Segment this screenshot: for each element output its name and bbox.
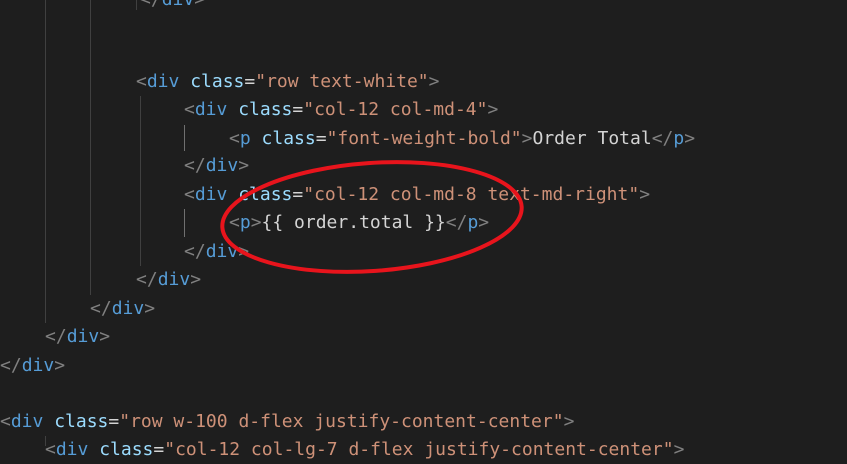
code-token-str: "row w-100 d-flex justify-content-center…: [119, 411, 564, 432]
code-token-tag: p: [673, 128, 685, 149]
code-token-tag: div: [55, 439, 89, 460]
code-line[interactable]: </div>: [136, 266, 201, 294]
code-token-attr: class: [190, 71, 245, 92]
code-line[interactable]: </div>: [184, 152, 249, 180]
code-token-tag: p: [467, 212, 479, 233]
code-token-punc: </: [0, 355, 22, 376]
code-token-punc: <: [184, 99, 195, 120]
code-token-punc: >: [194, 0, 205, 10]
code-token-punc: >: [54, 355, 66, 376]
code-line[interactable]: <div class="col-12 col-lg-7 d-flex justi…: [45, 436, 684, 464]
code-token-punc: <: [45, 439, 56, 460]
code-line[interactable]: <p class="font-weight-bold">Order Total<…: [229, 125, 695, 153]
code-line[interactable]: <div class="col-12 col-md-4">: [184, 96, 498, 124]
code-token-punc: >: [563, 411, 575, 432]
code-token-punc: </: [651, 128, 674, 149]
code-token-punc: <: [184, 184, 195, 205]
code-token-str: "font-weight-bold": [326, 128, 522, 149]
code-token-punc: >: [487, 99, 499, 120]
code-line[interactable]: <div class="row text-white">: [136, 68, 439, 96]
indent-guide: [136, 0, 137, 10]
code-token-punc: >: [250, 212, 262, 233]
code-token-punc: >: [99, 326, 111, 347]
code-token-tag: div: [111, 298, 145, 319]
code-token-tag: div: [146, 71, 180, 92]
code-token-tag: p: [239, 212, 251, 233]
indent-guide: [45, 0, 46, 323]
code-token-eq: =: [153, 439, 165, 460]
code-token-txt: {{ order.total }}: [261, 212, 446, 233]
code-token-punc: >: [684, 128, 696, 149]
code-line[interactable]: </div>: [0, 352, 65, 380]
code-token-tag: div: [157, 269, 191, 290]
code-token-str: "col-12 col-md-4": [303, 99, 488, 120]
indent-guide: [140, 96, 141, 266]
code-line[interactable]: </div>: [45, 323, 110, 351]
code-editor[interactable]: </div><div class="row text-white"><div c…: [0, 0, 847, 460]
code-token-tag: div: [194, 99, 228, 120]
code-line[interactable]: <div class="col-12 col-md-8 text-md-righ…: [184, 181, 650, 209]
code-token-eq: =: [292, 99, 304, 120]
code-token-punc: </: [184, 155, 206, 176]
code-token-punc: <: [229, 128, 240, 149]
code-token-punc: >: [521, 128, 533, 149]
code-line[interactable]: </div>: [90, 295, 155, 323]
code-token-punc: <: [229, 212, 240, 233]
code-token-tag: div: [21, 355, 55, 376]
code-token-str: "col-12 col-md-8 text-md-right": [303, 184, 640, 205]
code-token-str: "col-12 col-lg-7 d-flex justify-content-…: [164, 439, 674, 460]
code-token-punc: </: [136, 269, 158, 290]
code-token-punc: </: [445, 212, 468, 233]
code-line[interactable]: <div class="row w-100 d-flex justify-con…: [0, 408, 574, 436]
indent-guide-active: [184, 209, 185, 237]
code-token-punc: </: [90, 298, 112, 319]
code-token-punc: </: [184, 241, 206, 262]
code-token-punc: </: [140, 0, 162, 10]
code-token-eq: =: [108, 411, 120, 432]
code-token-punc: </: [45, 326, 67, 347]
code-token-tag: div: [10, 411, 44, 432]
code-token-attr: class: [261, 128, 316, 149]
code-token-attr: class: [99, 439, 154, 460]
code-line[interactable]: </div>: [140, 0, 205, 14]
code-token-punc: >: [639, 184, 651, 205]
code-token-tag: div: [66, 326, 100, 347]
code-token-attr: class: [54, 411, 109, 432]
code-token-punc: >: [144, 298, 156, 319]
code-token-attr: class: [238, 99, 293, 120]
indent-guide-active: [184, 125, 185, 151]
code-token-eq: =: [292, 184, 304, 205]
code-token-attr: class: [238, 184, 293, 205]
code-token-eq: =: [244, 71, 256, 92]
code-token-punc: >: [238, 155, 250, 176]
code-line[interactable]: </div>: [184, 238, 249, 266]
code-token-punc: >: [428, 71, 440, 92]
code-token-punc: <: [136, 71, 147, 92]
code-token-tag: p: [239, 128, 251, 149]
code-token-punc: >: [190, 269, 202, 290]
code-token-tag: div: [194, 184, 228, 205]
code-token-str: "row text-white": [255, 71, 429, 92]
code-token-tag: div: [205, 241, 239, 262]
code-token-punc: >: [238, 241, 250, 262]
indent-guide: [90, 0, 91, 295]
code-token-eq: =: [315, 128, 327, 149]
code-token-tag: div: [205, 155, 239, 176]
code-token-tag: div: [162, 0, 195, 10]
code-token-punc: >: [673, 439, 685, 460]
code-token-punc: <: [0, 411, 11, 432]
code-token-punc: >: [478, 212, 490, 233]
code-token-txt: Order Total: [532, 128, 652, 149]
code-line[interactable]: <p>{{ order.total }}</p>: [229, 209, 489, 237]
